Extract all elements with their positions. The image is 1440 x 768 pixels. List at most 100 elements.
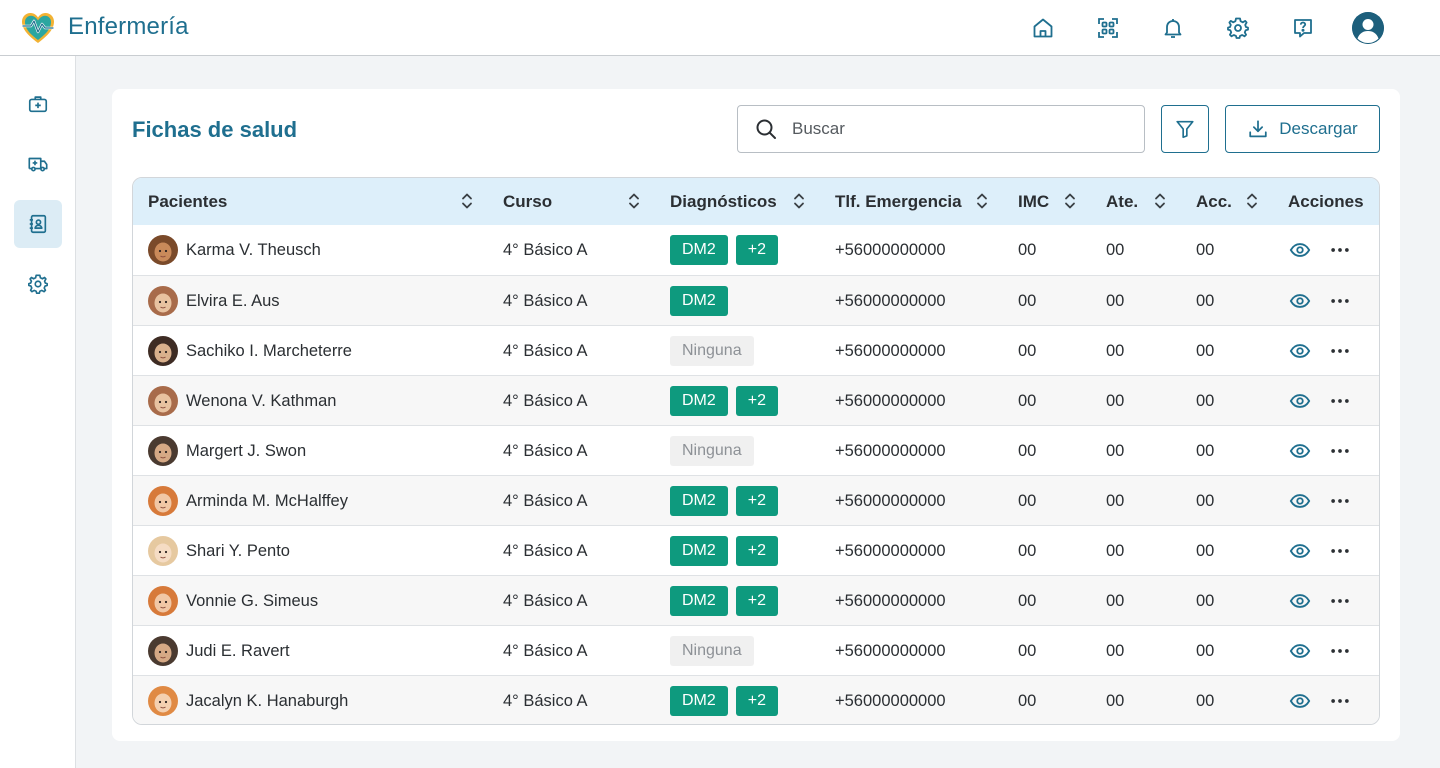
search-box[interactable]	[737, 105, 1145, 153]
sort-icon[interactable]	[628, 192, 640, 210]
view-eye-icon[interactable]	[1288, 238, 1312, 262]
column-header-ate[interactable]: Ate.	[1106, 178, 1138, 225]
table-row: Judi E. Ravert 4° Básico A Ninguna +5600000…	[133, 625, 1379, 675]
sidebar-item-health-records[interactable]	[14, 200, 62, 248]
diagnosticos-cell: Ninguna	[670, 426, 762, 476]
sidebar	[0, 56, 76, 768]
imc-cell: 00	[1018, 591, 1037, 610]
imc-cell: 00	[1018, 291, 1037, 310]
more-options-icon[interactable]	[1328, 589, 1352, 613]
emergency-phone-cell: +56000000000	[835, 591, 946, 610]
ate-cell: 00	[1106, 541, 1125, 560]
home-icon[interactable]	[1027, 12, 1059, 44]
more-options-icon[interactable]	[1328, 689, 1352, 713]
sort-icon[interactable]	[793, 192, 805, 210]
acc-cell: 00	[1196, 541, 1215, 560]
view-eye-icon[interactable]	[1288, 589, 1312, 613]
acc-cell: 00	[1196, 391, 1215, 410]
more-options-icon[interactable]	[1328, 289, 1352, 313]
ate-cell: 00	[1106, 441, 1125, 460]
patient-name: Shari Y. Pento	[186, 541, 290, 560]
table-row: Wenona V. Kathman 4° Básico A DM2 +2 +560000…	[133, 375, 1379, 426]
patient-name: Jacalyn K. Hanaburgh	[186, 691, 349, 710]
patient-cell: Elvira E. Aus	[148, 276, 280, 326]
more-options-icon[interactable]	[1328, 339, 1352, 363]
column-header-imc[interactable]: IMC	[1018, 178, 1049, 225]
ate-cell: 00	[1106, 391, 1125, 410]
more-options-icon[interactable]	[1328, 238, 1352, 262]
filter-button[interactable]	[1161, 105, 1209, 153]
column-header-diagnosticos[interactable]: Diagnósticos	[670, 178, 777, 225]
sidebar-item-ambulance[interactable]	[14, 140, 62, 188]
patient-name: Sachiko I. Marcheterre	[186, 341, 352, 360]
user-avatar[interactable]	[1352, 12, 1384, 44]
avatar	[148, 286, 178, 316]
curso-cell: 4° Básico A	[503, 291, 588, 310]
emergency-phone-cell: +56000000000	[835, 341, 946, 360]
view-eye-icon[interactable]	[1288, 389, 1312, 413]
ate-cell: 00	[1106, 341, 1125, 360]
more-options-icon[interactable]	[1328, 439, 1352, 463]
more-diagnoses-badge[interactable]: +2	[735, 686, 779, 716]
gear-icon	[28, 274, 48, 294]
avatar	[148, 336, 178, 366]
curso-cell: 4° Básico A	[503, 691, 588, 710]
heart-pulse-logo-icon	[21, 13, 55, 43]
gear-icon[interactable]	[1222, 12, 1254, 44]
page-title: Fichas de salud	[132, 117, 298, 142]
acc-cell: 00	[1196, 641, 1215, 660]
download-label: Descargar	[1279, 119, 1358, 138]
emergency-phone-cell: +56000000000	[835, 641, 946, 660]
more-options-icon[interactable]	[1328, 639, 1352, 663]
avatar	[148, 436, 178, 466]
more-options-icon[interactable]	[1328, 389, 1352, 413]
more-diagnoses-badge[interactable]: +2	[735, 486, 779, 516]
help-icon[interactable]	[1287, 12, 1319, 44]
curso-cell: 4° Básico A	[503, 591, 588, 610]
view-eye-icon[interactable]	[1288, 289, 1312, 313]
avatar	[148, 235, 178, 265]
curso-cell: 4° Básico A	[503, 391, 588, 410]
view-eye-icon[interactable]	[1288, 639, 1312, 663]
diagnosticos-cell: DM2 +2	[670, 225, 786, 275]
imc-cell: 00	[1018, 391, 1037, 410]
qr-scan-icon[interactable]	[1092, 12, 1124, 44]
view-eye-icon[interactable]	[1288, 489, 1312, 513]
more-diagnoses-badge[interactable]: +2	[735, 386, 779, 416]
download-button[interactable]: Descargar	[1225, 105, 1380, 153]
acc-cell: 00	[1196, 491, 1215, 510]
sort-icon[interactable]	[461, 192, 473, 210]
more-diagnoses-badge[interactable]: +2	[735, 235, 779, 265]
more-options-icon[interactable]	[1328, 539, 1352, 563]
search-input[interactable]	[792, 119, 1112, 139]
more-options-icon[interactable]	[1328, 489, 1352, 513]
sort-icon[interactable]	[1246, 192, 1258, 210]
view-eye-icon[interactable]	[1288, 439, 1312, 463]
diagnosticos-cell: Ninguna	[670, 326, 762, 376]
avatar	[148, 636, 178, 666]
view-eye-icon[interactable]	[1288, 689, 1312, 713]
view-eye-icon[interactable]	[1288, 539, 1312, 563]
patient-name: Karma V. Theusch	[186, 240, 321, 259]
sort-icon[interactable]	[976, 192, 988, 210]
more-diagnoses-badge[interactable]: +2	[735, 586, 779, 616]
acc-cell: 00	[1196, 691, 1215, 710]
patient-cell: Margert J. Swon	[148, 426, 306, 476]
view-eye-icon[interactable]	[1288, 339, 1312, 363]
column-header-tlf-emergencia[interactable]: Tlf. Emergencia	[835, 178, 962, 225]
more-diagnoses-badge[interactable]: +2	[735, 536, 779, 566]
column-header-curso[interactable]: Curso	[503, 178, 552, 225]
diagnosticos-cell: DM2 +2	[670, 376, 786, 426]
column-header-pacientes[interactable]: Pacientes	[148, 178, 227, 225]
table-row: Elvira E. Aus 4° Básico A DM2 +56000000000 0…	[133, 275, 1379, 326]
patient-name: Wenona V. Kathman	[186, 391, 337, 410]
column-header-acc[interactable]: Acc.	[1196, 178, 1232, 225]
sort-icon[interactable]	[1154, 192, 1166, 210]
bell-icon[interactable]	[1157, 12, 1189, 44]
imc-cell: 00	[1018, 240, 1037, 259]
sidebar-item-first-aid[interactable]	[14, 80, 62, 128]
table-row: Shari Y. Pento 4° Básico A DM2 +2 +560000000…	[133, 525, 1379, 575]
sort-icon[interactable]	[1064, 192, 1076, 210]
sidebar-item-settings[interactable]	[14, 260, 62, 308]
ate-cell: 00	[1106, 641, 1125, 660]
